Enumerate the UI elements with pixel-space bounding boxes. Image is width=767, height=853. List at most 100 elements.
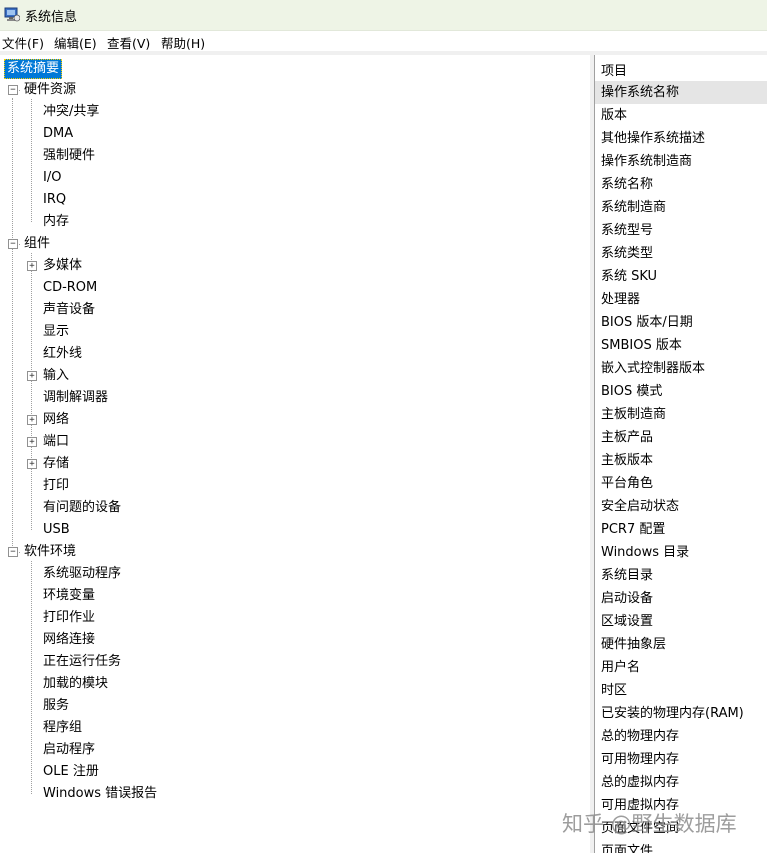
tree-node-printing[interactable]: 打印 — [43, 477, 69, 495]
tree-node-print-jobs[interactable]: 打印作业 — [43, 609, 95, 627]
tree-node-problem-devices[interactable]: 有问题的设备 — [43, 499, 121, 517]
menu-view[interactable]: 查看(V) — [107, 33, 150, 52]
expand-toggle-icon[interactable]: + — [27, 415, 37, 425]
tree-node-software[interactable]: 软件环境 — [24, 543, 76, 561]
tree-line — [31, 253, 32, 530]
list-row[interactable]: 时区 — [595, 679, 767, 702]
tree-node-network-connections[interactable]: 网络连接 — [43, 631, 95, 649]
tree-node-sound[interactable]: 声音设备 — [43, 301, 95, 319]
tree-node-io[interactable]: I/O — [43, 169, 61, 187]
list-row[interactable]: 主板产品 — [595, 426, 767, 449]
list-row[interactable]: 总的虚拟内存 — [595, 771, 767, 794]
menu-edit[interactable]: 编辑(E) — [54, 33, 97, 52]
list-row-label: 总的虚拟内存 — [601, 775, 680, 790]
tree-node-ports[interactable]: 端口 — [43, 433, 69, 451]
tree-node-multimedia[interactable]: 多媒体 — [43, 257, 82, 275]
list-row-label: BIOS 模式 — [601, 384, 663, 399]
list-row[interactable]: SMBIOS 版本 — [595, 334, 767, 357]
list-row[interactable]: 页面文件空间 — [595, 817, 767, 840]
list-row[interactable]: 处理器 — [595, 288, 767, 311]
list-row-label: 系统制造商 — [601, 200, 667, 215]
tree-node-startup-programs[interactable]: 启动程序 — [43, 741, 95, 759]
expand-toggle-icon[interactable]: + — [27, 437, 37, 447]
menu-help[interactable]: 帮助(H) — [161, 33, 205, 52]
list-row[interactable]: 系统目录 — [595, 564, 767, 587]
list-row[interactable]: 版本 — [595, 104, 767, 127]
list-row[interactable]: 嵌入式控制器版本 — [595, 357, 767, 380]
tree-line — [31, 561, 32, 794]
list-row[interactable]: 区域设置 — [595, 610, 767, 633]
list-row-label: SMBIOS 版本 — [601, 338, 682, 353]
collapse-toggle-icon[interactable]: − — [8, 547, 18, 557]
list-row[interactable]: BIOS 版本/日期 — [595, 311, 767, 334]
list-row[interactable]: 其他操作系统描述 — [595, 127, 767, 150]
list-row-label: 主板产品 — [601, 430, 654, 445]
tree-node-system-drivers[interactable]: 系统驱动程序 — [43, 565, 121, 583]
list-row[interactable]: 系统制造商 — [595, 196, 767, 219]
tree-node-memory[interactable]: 内存 — [43, 213, 69, 231]
tree-node-irq[interactable]: IRQ — [43, 191, 66, 209]
expand-toggle-icon[interactable]: + — [27, 371, 37, 381]
list-row[interactable]: 安全启动状态 — [595, 495, 767, 518]
list-row-label: 总的物理内存 — [601, 729, 680, 744]
list-row[interactable]: 系统 SKU — [595, 265, 767, 288]
list-row[interactable]: 可用虚拟内存 — [595, 794, 767, 817]
tree-node-hardware[interactable]: 硬件资源 — [24, 81, 76, 99]
list-row-label: 系统名称 — [601, 177, 654, 192]
tree-node-infrared[interactable]: 红外线 — [43, 345, 82, 363]
tree-node-components[interactable]: 组件 — [24, 235, 50, 253]
tree-node-network[interactable]: 网络 — [43, 411, 69, 429]
list-row[interactable]: 页面文件 — [595, 840, 767, 853]
column-header-item[interactable]: 项目 — [595, 55, 767, 82]
details-list[interactable]: 项目 操作系统名称 版本 其他操作系统描述 操作系统制造商系统名称系统制造商系统型号系… — [594, 55, 767, 853]
tree-node-conflicts[interactable]: 冲突/共享 — [43, 103, 99, 121]
tree-node-storage[interactable]: 存储 — [43, 455, 69, 473]
list-row[interactable]: 系统名称 — [595, 173, 767, 196]
list-row[interactable]: Windows 目录 — [595, 541, 767, 564]
list-row[interactable]: 主板版本 — [595, 449, 767, 472]
tree-node-program-groups[interactable]: 程序组 — [43, 719, 82, 737]
tree-node-env-vars[interactable]: 环境变量 — [43, 587, 95, 605]
menu-file[interactable]: 文件(F) — [2, 33, 44, 52]
tree-node-system-summary[interactable]: 系统摘要 — [4, 59, 63, 79]
system-info-icon — [4, 7, 20, 22]
list-row[interactable]: 平台角色 — [595, 472, 767, 495]
tree-node-services[interactable]: 服务 — [43, 697, 69, 715]
tree-node-dma[interactable]: DMA — [43, 125, 73, 143]
list-row[interactable]: 系统类型 — [595, 242, 767, 265]
tree-node-forced-hardware[interactable]: 强制硬件 — [43, 147, 95, 165]
list-row[interactable]: 操作系统制造商 — [595, 150, 767, 173]
list-row-label: Windows 目录 — [601, 545, 690, 560]
list-row-label: 启动设备 — [601, 591, 654, 606]
window-title: 系统信息 — [25, 10, 78, 25]
list-row[interactable]: BIOS 模式 — [595, 380, 767, 403]
tree-node-input[interactable]: 输入 — [43, 367, 69, 385]
expand-toggle-icon[interactable]: + — [27, 459, 37, 469]
list-row-label: PCR7 配置 — [601, 522, 666, 537]
tree-node-cdrom[interactable]: CD-ROM — [43, 279, 97, 297]
tree-node-usb[interactable]: USB — [43, 521, 70, 539]
list-row-label: 主板制造商 — [601, 407, 667, 422]
list-row[interactable]: 用户名 — [595, 656, 767, 679]
list-row[interactable]: 系统型号 — [595, 219, 767, 242]
list-row-label: 页面文件 — [601, 844, 654, 853]
list-row[interactable]: 启动设备 — [595, 587, 767, 610]
category-tree[interactable]: 系统摘要 − 硬件资源 冲突/共享 DMA 强制硬件 I/O IRQ 内存 − … — [0, 55, 591, 853]
expand-toggle-icon[interactable]: + — [27, 261, 37, 271]
list-row[interactable]: PCR7 配置 — [595, 518, 767, 541]
collapse-toggle-icon[interactable]: − — [8, 239, 18, 249]
tree-node-running-tasks[interactable]: 正在运行任务 — [43, 653, 121, 671]
tree-node-ole-registration[interactable]: OLE 注册 — [43, 763, 99, 781]
list-row[interactable]: 可用物理内存 — [595, 748, 767, 771]
collapse-toggle-icon[interactable]: − — [8, 85, 18, 95]
tree-node-display[interactable]: 显示 — [43, 323, 69, 341]
list-row-label: 系统类型 — [601, 246, 654, 261]
tree-node-loaded-modules[interactable]: 加载的模块 — [43, 675, 108, 693]
tree-node-modem[interactable]: 调制解调器 — [43, 389, 108, 407]
list-row[interactable]: 主板制造商 — [595, 403, 767, 426]
list-row[interactable]: 总的物理内存 — [595, 725, 767, 748]
list-row[interactable]: 硬件抽象层 — [595, 633, 767, 656]
list-row[interactable]: 已安装的物理内存(RAM) — [595, 702, 767, 725]
tree-node-windows-error-reporting[interactable]: Windows 错误报告 — [43, 785, 157, 803]
list-row[interactable]: 操作系统名称 — [595, 81, 767, 104]
